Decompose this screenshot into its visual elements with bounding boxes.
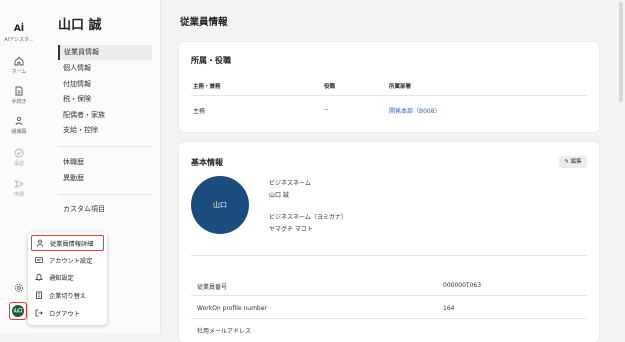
menu-item-label: アカウント設定 bbox=[49, 257, 93, 265]
rail-item-request[interactable]: 申請 bbox=[0, 179, 38, 198]
gear-icon bbox=[14, 283, 24, 293]
menu-item-notification-settings[interactable]: 通知設定 bbox=[31, 269, 104, 285]
business-kana-value: ヤマグチ マコト bbox=[269, 226, 313, 233]
employee-number-value: 000000T063 bbox=[443, 282, 482, 289]
menu-item-logout[interactable]: ログアウト bbox=[31, 305, 104, 321]
subnav-divider bbox=[58, 146, 152, 147]
rail-label-approval: 承認 bbox=[13, 161, 24, 167]
avatar: 山口 bbox=[12, 305, 24, 317]
edit-button[interactable]: ✎ 編集 bbox=[559, 156, 587, 168]
company-email-label: 社用メールアドレス bbox=[197, 328, 252, 335]
menu-item-label: ログアウト bbox=[49, 310, 80, 318]
row-divider bbox=[191, 295, 587, 296]
cell-position: -- bbox=[324, 106, 329, 113]
document-icon bbox=[15, 86, 23, 96]
menu-item-label: 企業切り替え bbox=[49, 292, 87, 300]
send-icon bbox=[14, 179, 24, 189]
subnav-item-custom-fields[interactable]: カスタム項目 bbox=[58, 202, 152, 217]
ai-logo-icon: Aİ bbox=[13, 24, 25, 34]
table-divider bbox=[191, 95, 587, 96]
basic-info-card: 基本情報 ✎ 編集 山口 ビジネスネーム 山口 誠 ビジネスネーム（ヨミガナ） … bbox=[179, 142, 599, 342]
business-name-value: 山口 誠 bbox=[269, 192, 289, 199]
subnav-divider bbox=[58, 194, 152, 195]
cell-main-sub: 主務 bbox=[193, 108, 206, 115]
affiliation-card: 所属・役職 主務・兼務 役職 所属部署 主務 -- 開発本部（B008） bbox=[179, 42, 599, 132]
column-header-position: 役職 bbox=[324, 84, 336, 90]
column-header-department: 所属部署 bbox=[389, 84, 412, 90]
user-avatar-button[interactable]: 山口 bbox=[9, 302, 27, 320]
column-header-main-sub: 主務・兼務 bbox=[193, 84, 221, 90]
building-icon bbox=[36, 291, 42, 299]
basic-info-title: 基本情報 bbox=[191, 158, 223, 167]
rail-label-org-chart: 組織図 bbox=[11, 129, 27, 135]
subnav-item-additional-info[interactable]: 付加情報 bbox=[58, 77, 152, 92]
check-circle-icon bbox=[14, 148, 24, 158]
subnav-item-leave-history[interactable]: 休職歴 bbox=[58, 155, 152, 170]
subnav-item-personal-info[interactable]: 個人情報 bbox=[58, 61, 152, 76]
subnav-item-transfer-history[interactable]: 異動歴 bbox=[58, 171, 152, 186]
subnav-item-employee-info[interactable]: 従業員情報 bbox=[58, 45, 152, 60]
ai-assistant-label: AIアシスタ... bbox=[4, 37, 34, 43]
menu-item-switch-company[interactable]: 企業切り替え bbox=[31, 287, 104, 303]
employee-name: 山口 誠 bbox=[58, 18, 102, 33]
home-icon bbox=[14, 56, 24, 66]
rail-label-procedures: 手続き bbox=[11, 99, 27, 105]
menu-item-label: 通知設定 bbox=[49, 274, 74, 282]
row-divider bbox=[191, 318, 587, 319]
org-chart-icon bbox=[15, 116, 23, 126]
page-title: 従業員情報 bbox=[180, 17, 228, 28]
menu-item-account-settings[interactable]: アカウント設定 bbox=[31, 252, 104, 268]
profile-photo: 山口 bbox=[191, 176, 249, 234]
menu-item-employee-details[interactable]: 従業員情報詳細 bbox=[31, 235, 104, 251]
rail-item-home[interactable]: ホーム bbox=[0, 56, 38, 75]
rail-label-home: ホーム bbox=[11, 69, 27, 75]
employee-number-label: 従業員番号 bbox=[197, 284, 228, 291]
business-kana-label: ビジネスネーム（ヨミガナ） bbox=[269, 214, 347, 221]
person-icon bbox=[36, 239, 44, 247]
affiliation-title: 所属・役職 bbox=[191, 56, 231, 65]
menu-item-label: 従業員情報詳細 bbox=[50, 240, 94, 248]
scrollbar[interactable] bbox=[619, 2, 623, 102]
rail-item-org-chart[interactable]: 組織図 bbox=[0, 116, 38, 135]
profile-number-value: 164 bbox=[443, 305, 455, 312]
subnav-item-tax-insurance[interactable]: 税・保険 bbox=[58, 92, 152, 107]
subnav-item-pay-deduction[interactable]: 支給・控除 bbox=[58, 123, 152, 138]
bell-icon bbox=[35, 273, 43, 281]
ai-assistant-item[interactable]: Aİ AIアシスタ... bbox=[0, 24, 38, 43]
profile-number-label: WorkOn profile number bbox=[197, 305, 267, 312]
business-name-label: ビジネスネーム bbox=[269, 180, 311, 187]
subnav-item-family[interactable]: 配偶者・家族 bbox=[58, 108, 152, 123]
main-content: 従業員情報 所属・役職 主務・兼務 役職 所属部署 主務 -- 開発本部（B00… bbox=[160, 0, 625, 342]
edit-label: 編集 bbox=[570, 159, 582, 165]
rail-item-procedures[interactable]: 手続き bbox=[0, 86, 38, 105]
id-card-icon bbox=[35, 257, 43, 263]
rail-item-approval[interactable]: 承認 bbox=[0, 148, 38, 167]
section-divider bbox=[191, 255, 587, 256]
rail-label-request: 申請 bbox=[13, 192, 24, 198]
user-popup-menu: 従業員情報詳細 アカウント設定 通知設定 企業切り替え ログアウト bbox=[28, 232, 107, 325]
pencil-icon: ✎ bbox=[564, 159, 569, 165]
department-link[interactable]: 開発本部（B008） bbox=[389, 106, 441, 115]
logout-icon bbox=[35, 309, 43, 317]
